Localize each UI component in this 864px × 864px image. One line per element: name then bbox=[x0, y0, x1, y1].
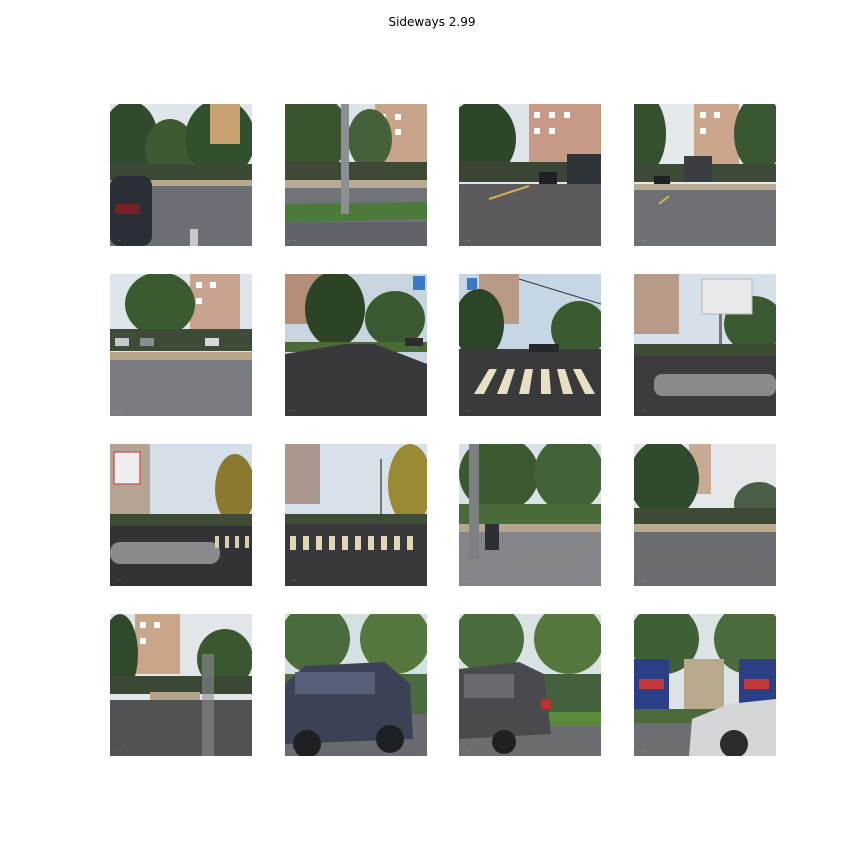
street-view-thumbnail: ◦ ··· bbox=[634, 274, 776, 416]
street-view-image bbox=[634, 104, 776, 246]
street-view-image bbox=[110, 274, 252, 416]
watermark: ◦ ··· bbox=[638, 238, 646, 243]
watermark: ◦ ··· bbox=[289, 748, 297, 753]
street-view-image bbox=[459, 614, 601, 756]
street-view-image bbox=[285, 444, 427, 586]
street-view-thumbnail: ◦ ··· bbox=[110, 444, 252, 586]
watermark: ◦ ··· bbox=[638, 578, 646, 583]
street-view-thumbnail: ◦ ··· bbox=[285, 104, 427, 246]
watermark: ◦ ··· bbox=[114, 748, 122, 753]
watermark: ◦ ··· bbox=[289, 408, 297, 413]
street-view-thumbnail: ◦ ··· bbox=[459, 614, 601, 756]
street-view-image bbox=[634, 614, 776, 756]
watermark: ◦ ··· bbox=[114, 238, 122, 243]
street-view-image bbox=[634, 274, 776, 416]
watermark: ◦ ··· bbox=[289, 238, 297, 243]
street-view-image bbox=[110, 104, 252, 246]
watermark: ◦ ··· bbox=[463, 408, 471, 413]
street-view-image bbox=[285, 614, 427, 756]
watermark: ◦ ··· bbox=[114, 578, 122, 583]
street-view-image bbox=[110, 614, 252, 756]
street-view-image bbox=[634, 444, 776, 586]
street-view-thumbnail: ◦ ··· bbox=[459, 274, 601, 416]
watermark: ◦ ··· bbox=[114, 408, 122, 413]
street-view-thumbnail: ◦ ··· bbox=[110, 614, 252, 756]
street-view-image bbox=[285, 274, 427, 416]
street-view-thumbnail: ◦ ··· bbox=[459, 444, 601, 586]
watermark: ◦ ··· bbox=[638, 408, 646, 413]
street-view-thumbnail: ◦ ··· bbox=[285, 444, 427, 586]
street-view-thumbnail: ◦ ··· bbox=[459, 104, 601, 246]
street-view-image bbox=[110, 444, 252, 586]
street-view-image bbox=[459, 444, 601, 586]
street-view-thumbnail: ◦ ··· bbox=[285, 274, 427, 416]
watermark: ◦ ··· bbox=[463, 238, 471, 243]
street-view-thumbnail: ◦ ··· bbox=[634, 614, 776, 756]
street-view-thumbnail: ◦ ··· bbox=[634, 444, 776, 586]
street-view-image bbox=[459, 274, 601, 416]
street-view-thumbnail: ◦ ··· bbox=[110, 274, 252, 416]
street-view-image bbox=[459, 104, 601, 246]
street-view-thumbnail: ◦ ··· bbox=[110, 104, 252, 246]
watermark: ◦ ··· bbox=[463, 748, 471, 753]
watermark: ◦ ··· bbox=[463, 578, 471, 583]
watermark: ◦ ··· bbox=[289, 578, 297, 583]
street-view-thumbnail: ◦ ··· bbox=[285, 614, 427, 756]
street-view-thumbnail: ◦ ··· bbox=[634, 104, 776, 246]
image-grid: ◦ ··· ◦ ··· ◦ ··· ◦ ··· ◦ ··· ◦ ··· ◦ ··… bbox=[0, 0, 864, 864]
watermark: ◦ ··· bbox=[638, 748, 646, 753]
street-view-image bbox=[285, 104, 427, 246]
